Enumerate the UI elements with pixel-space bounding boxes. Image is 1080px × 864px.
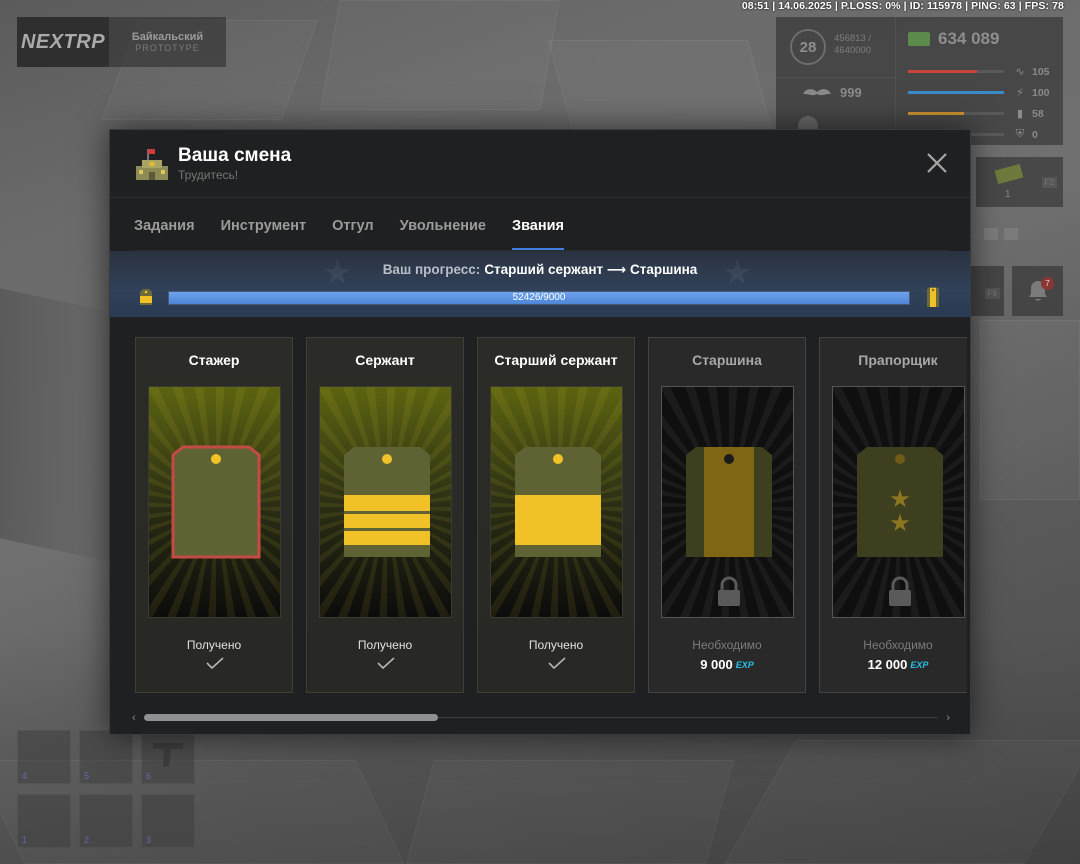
rank-requirement: 9 000 EXP: [700, 657, 754, 672]
rank-card[interactable]: Старшина Необходимо 9 000 EXP: [648, 337, 806, 693]
stat-row: ▮ 58: [908, 103, 1056, 124]
inventory-slot[interactable]: 1: [17, 794, 71, 848]
rank-status: Необходимо: [692, 638, 762, 652]
rank-insignia-icon: [515, 447, 601, 557]
shift-modal: Ваша смена Трудитесь! Задания Инструмент…: [109, 129, 971, 735]
headquarters-icon: [136, 149, 168, 180]
rank-insignia-icon: ★★: [857, 447, 943, 557]
exp-counter: 456813 / 4640000: [834, 33, 871, 56]
notifications-button[interactable]: 7: [1012, 266, 1063, 316]
drink-icon: ▮: [1016, 108, 1024, 120]
quick-slot[interactable]: 1 F2: [976, 157, 1063, 207]
rank-name: Стажер: [188, 352, 240, 368]
tab-ranks[interactable]: Звания: [512, 212, 565, 250]
tab-tools[interactable]: Инструмент: [221, 212, 307, 250]
scroll-right-icon[interactable]: ›: [946, 712, 950, 724]
rank-status: Получено: [186, 638, 242, 652]
key-hint: → X Ь: [968, 228, 1018, 240]
rank-image: ★ ★: [832, 386, 965, 618]
svg-text:★: ★: [889, 510, 911, 537]
inventory-hotbar: 4 5 6 1 2 3: [17, 730, 197, 848]
next-rank-icon: [927, 287, 939, 307]
stat-row: ⚡ 100: [908, 82, 1056, 103]
rank-list: Стажер Получено Сержант Получено Старший сер…: [135, 337, 967, 695]
modal-header: Ваша смена Трудитесь!: [110, 130, 970, 198]
inventory-slot[interactable]: 4: [17, 730, 71, 784]
rank-image: [148, 386, 281, 618]
stat-row: ∿ 105: [908, 61, 1056, 82]
rank-card[interactable]: Сержант Получено: [306, 337, 464, 693]
modal-tabs: Задания Инструмент Отгул Увольнение Зван…: [134, 212, 590, 250]
heartbeat-icon: ∿: [1015, 66, 1025, 78]
rank-card[interactable]: Прапорщик ★ ★ Необходимо 12 000 EXP: [819, 337, 967, 693]
rank-image: [319, 386, 452, 618]
modal-title: Ваша смена: [178, 145, 292, 166]
cash-icon: [908, 32, 930, 46]
inventory-slot[interactable]: 6: [141, 730, 195, 784]
notification-badge: 7: [1041, 277, 1054, 290]
rank-image: [661, 386, 794, 618]
brand-logo: NEXTRP: [17, 17, 109, 67]
level-badge: 28: [790, 29, 826, 65]
status-line: 08:51 | 14.06.2025 | P.LOSS: 0% | ID: 11…: [741, 0, 1064, 12]
server-subtitle: PROTOTYPE: [135, 43, 200, 53]
rank-progress-bar: 52426/9000: [168, 291, 910, 305]
money-display: 634 089: [908, 29, 999, 49]
tab-tasks[interactable]: Задания: [134, 212, 195, 250]
armor-icon: ⛨: [1015, 128, 1025, 140]
server-logo: NEXTRP Байкальский PROTOTYPE: [17, 17, 226, 67]
rank-card[interactable]: Стажер Получено: [135, 337, 293, 693]
rank-name: Старшина: [692, 352, 762, 368]
svg-text:★: ★: [889, 486, 911, 513]
rank-status: Получено: [357, 638, 413, 652]
scroll-thumb[interactable]: [144, 714, 438, 721]
rank-name: Старший сержант: [494, 352, 618, 368]
f9-slot[interactable]: F9: [970, 266, 1004, 316]
rank-status: Получено: [528, 638, 584, 652]
rank-insignia-icon: [171, 445, 261, 559]
rank-progress-panel: ★ ★ Ваш прогресс: Старший сержант ⟶ Старш…: [110, 251, 970, 317]
close-icon[interactable]: [924, 150, 950, 176]
inventory-slot[interactable]: 2: [79, 794, 133, 848]
rank-insignia-icon: [344, 447, 430, 557]
rank-card[interactable]: Старший сержант Получено: [477, 337, 635, 693]
mustache-counter: 999: [776, 77, 896, 107]
hunger-icon: ⚡: [1016, 87, 1024, 99]
rank-scrollbar[interactable]: ‹ ›: [132, 712, 950, 725]
progress-label: Ваш прогресс: Старший сержант ⟶ Старшина: [382, 262, 698, 277]
rank-insignia-icon: [686, 447, 772, 557]
current-rank-icon: [140, 289, 152, 305]
rank-image: [490, 386, 623, 618]
gun-icon: [153, 743, 183, 767]
mustache-icon: [803, 88, 831, 95]
progress-value: 52426/9000: [512, 292, 566, 303]
inventory-slot[interactable]: 5: [79, 730, 133, 784]
modal-subtitle: Трудитесь!: [178, 168, 239, 182]
player-hud: 28 456813 / 4640000 999 634 089 ∿ 105 ⚡ 100…: [776, 17, 1063, 145]
rank-name: Прапорщик: [858, 352, 938, 368]
checkmark-icon: [206, 657, 224, 670]
rank-requirement: 12 000 EXP: [867, 657, 929, 672]
tab-day-off[interactable]: Отгул: [332, 212, 374, 250]
server-name: Байкальский: [131, 31, 204, 43]
money-pack-icon: [994, 163, 1024, 185]
inventory-slot[interactable]: 3: [141, 794, 195, 848]
tab-dismissal[interactable]: Увольнение: [400, 212, 486, 250]
checkmark-icon: [548, 657, 566, 670]
scroll-left-icon[interactable]: ‹: [132, 712, 136, 724]
rank-name: Сержант: [355, 352, 415, 368]
rank-status: Необходимо: [863, 638, 933, 652]
checkmark-icon: [377, 657, 395, 670]
